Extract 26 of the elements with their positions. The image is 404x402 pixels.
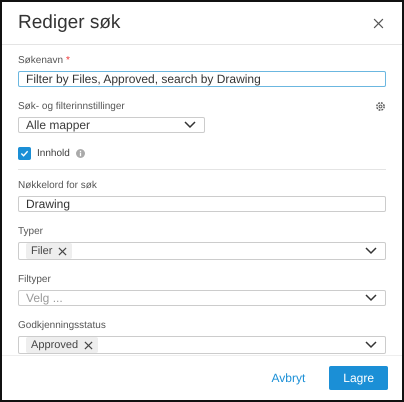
field-label: Typer xyxy=(18,226,44,237)
select-field[interactable]: Filer xyxy=(18,242,386,260)
cancel-button[interactable]: Avbryt xyxy=(262,365,316,391)
save-button[interactable]: Lagre xyxy=(329,366,388,390)
remove-icon[interactable] xyxy=(84,340,94,350)
field-label: Søkenavn * xyxy=(18,55,70,66)
chevron-down-icon xyxy=(184,121,196,129)
dialog-title: Rediger søk xyxy=(18,12,120,34)
field-label: Nøkkelord for søk xyxy=(18,180,97,191)
remove-icon[interactable] xyxy=(58,246,68,256)
chevron-down-icon xyxy=(365,247,377,255)
select-field[interactable]: Approved xyxy=(18,336,386,354)
filter-chip[interactable]: Filer xyxy=(26,243,72,259)
field-label: Godkjenningsstatus xyxy=(18,320,106,331)
settings-icon[interactable] xyxy=(375,101,386,112)
content-checkbox[interactable] xyxy=(18,147,31,160)
folder-select[interactable]: Alle mapper xyxy=(18,117,205,133)
close-icon[interactable] xyxy=(373,18,384,28)
keyword-field[interactable]: Drawing xyxy=(18,196,386,212)
field-label: Søk- og filterinnstillinger xyxy=(18,101,125,112)
chevron-down-icon xyxy=(365,341,377,349)
chevron-down-icon xyxy=(365,294,377,302)
search-name-field[interactable]: Filter by Files, Approved, search by Drawing xyxy=(18,71,386,87)
field-label: Filtyper xyxy=(18,274,51,285)
filter-chip[interactable]: Approved xyxy=(26,337,98,353)
checkbox-label: Innhold xyxy=(37,148,70,159)
